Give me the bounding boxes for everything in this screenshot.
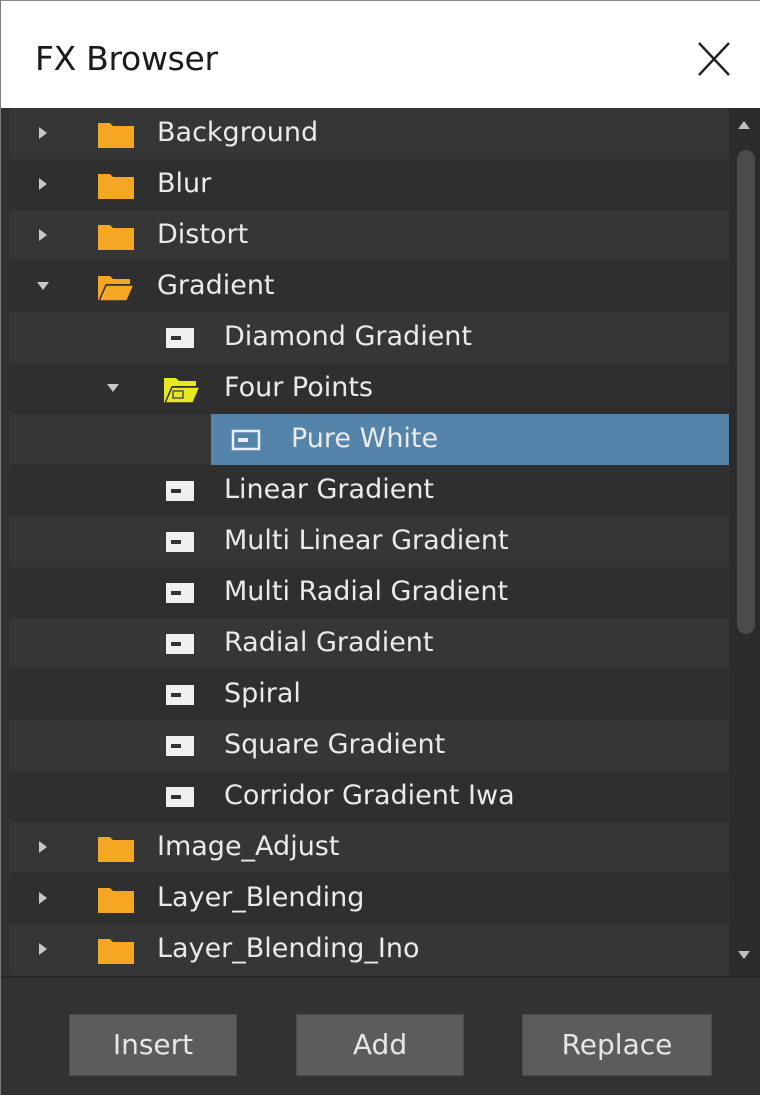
tree-item-linear-gradient[interactable]: Linear Gradient xyxy=(9,465,729,516)
fx-icon xyxy=(166,634,194,654)
tree-item-spiral[interactable]: Spiral xyxy=(9,669,729,720)
tree-item-pure-white[interactable]: Pure White xyxy=(9,414,729,465)
fx-icon xyxy=(166,328,194,348)
tree-item-image-adjust[interactable]: Image_Adjust xyxy=(9,822,729,873)
tree-item-label: Gradient xyxy=(157,270,275,301)
tree-item-layer-blending[interactable]: Layer_Blending xyxy=(9,873,729,924)
folder-icon xyxy=(98,123,134,148)
insert-button[interactable]: Insert xyxy=(69,1014,237,1076)
close-icon xyxy=(698,42,730,76)
tree-item-label: Corridor Gradient Iwa xyxy=(224,780,515,811)
replace-button[interactable]: Replace xyxy=(522,1014,712,1076)
tree-item-label: Square Gradient xyxy=(224,729,446,760)
tree-item-label: Linear Gradient xyxy=(224,474,435,505)
fx-icon xyxy=(166,685,194,705)
tree-item-gradient[interactable]: Gradient xyxy=(9,261,729,312)
tree-item-label: Distort xyxy=(157,219,249,250)
tree-item-label: Background xyxy=(157,117,319,148)
tree-item-blur[interactable]: Blur xyxy=(9,159,729,210)
expand-arrow-icon[interactable] xyxy=(35,890,51,906)
tree-item-corridor-gradient-iwa[interactable]: Corridor Gradient Iwa xyxy=(9,771,729,822)
fx-icon xyxy=(166,787,194,807)
add-button[interactable]: Add xyxy=(296,1014,464,1076)
folder-icon xyxy=(98,837,134,862)
fx-icon xyxy=(166,481,194,501)
tree-item-four-points[interactable]: Four Points xyxy=(9,363,729,414)
fx-icon xyxy=(166,583,194,603)
selection-highlight xyxy=(211,414,729,465)
collapse-arrow-icon[interactable] xyxy=(105,380,121,396)
tree-item-diamond-gradient[interactable]: Diamond Gradient xyxy=(9,312,729,363)
tree-item-label: Multi Radial Gradient xyxy=(224,576,509,607)
tree-item-label: Pure White xyxy=(291,423,439,454)
tree-item-label: Layer_Blending_Ino xyxy=(157,933,420,964)
tree-item-label: Spiral xyxy=(224,678,301,709)
tree-item-label: Radial Gradient xyxy=(224,627,434,658)
expand-arrow-icon[interactable] xyxy=(35,176,51,192)
button-bar: Insert Add Replace xyxy=(1,976,760,1095)
tree-item-label: Image_Adjust xyxy=(157,831,340,862)
tree-item-distort[interactable]: Distort xyxy=(9,210,729,261)
collapse-arrow-icon[interactable] xyxy=(35,278,51,294)
title-bar: FX Browser xyxy=(1,0,760,108)
tree-item-multi-radial-gradient[interactable]: Multi Radial Gradient xyxy=(9,567,729,618)
expand-arrow-icon[interactable] xyxy=(35,125,51,141)
tree-item-radial-gradient[interactable]: Radial Gradient xyxy=(9,618,729,669)
expand-arrow-icon[interactable] xyxy=(35,839,51,855)
tree-item-background[interactable]: Background xyxy=(9,108,729,159)
folder-icon xyxy=(98,888,134,913)
tree-item-multi-linear-gradient[interactable]: Multi Linear Gradient xyxy=(9,516,729,567)
expand-arrow-icon[interactable] xyxy=(35,941,51,957)
tree-item-label: Blur xyxy=(157,168,212,199)
close-button[interactable] xyxy=(691,37,737,83)
preset-icon xyxy=(231,429,261,451)
folder-icon xyxy=(98,174,134,199)
tree-item-label: Diamond Gradient xyxy=(224,321,473,352)
expand-arrow-icon[interactable] xyxy=(35,227,51,243)
vertical-scrollbar[interactable] xyxy=(729,108,760,976)
tree-item-label: Multi Linear Gradient xyxy=(224,525,509,556)
tree-item-label: Layer_Blending xyxy=(157,882,365,913)
scrollbar-thumb[interactable] xyxy=(737,150,755,634)
folder-icon xyxy=(98,939,134,964)
preset-folder-open-icon xyxy=(163,378,201,404)
window-title: FX Browser xyxy=(35,39,218,78)
folder-open-icon xyxy=(97,276,135,302)
scroll-up-arrow-icon[interactable] xyxy=(737,120,751,130)
tree-item-label: Four Points xyxy=(224,372,373,403)
fx-browser-window: FX Browser Background Blur Distort Gradi… xyxy=(0,0,760,1095)
tree-item-layer-blending-ino[interactable]: Layer_Blending_Ino xyxy=(9,924,729,975)
fx-icon xyxy=(166,532,194,552)
fx-tree[interactable]: Background Blur Distort Gradient Diamond… xyxy=(9,108,729,976)
scroll-down-arrow-icon[interactable] xyxy=(737,950,751,960)
folder-icon xyxy=(98,225,134,250)
tree-item-square-gradient[interactable]: Square Gradient xyxy=(9,720,729,771)
fx-icon xyxy=(166,736,194,756)
